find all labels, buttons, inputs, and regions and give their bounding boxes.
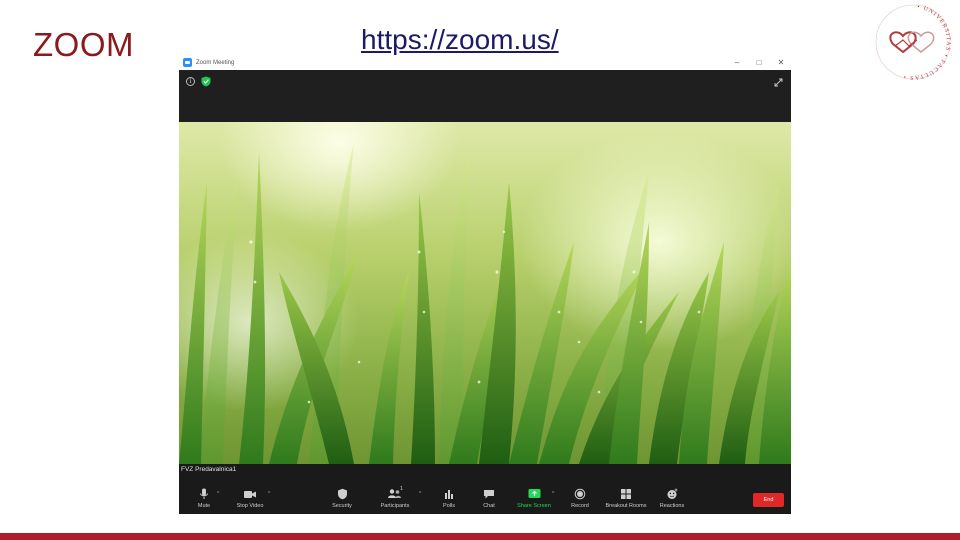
zoom-app-icon [183, 58, 192, 67]
slide-title: ZOOM [33, 26, 134, 63]
video-feed [179, 122, 791, 464]
security-label: Security [332, 503, 352, 509]
record-label: Record [571, 503, 589, 509]
mute-options-caret[interactable]: ^ [217, 491, 219, 497]
minimize-button[interactable]: – [733, 55, 741, 70]
info-icon[interactable]: i [186, 77, 195, 86]
fullscreen-icon[interactable] [774, 78, 783, 87]
chat-button[interactable]: Chat [467, 488, 511, 509]
share-screen-label: Share Screen [517, 503, 551, 509]
footer-accent-bar [0, 533, 960, 540]
end-meeting-button[interactable]: End [753, 493, 784, 507]
participants-options-caret[interactable]: ^ [419, 491, 421, 497]
reactions-button[interactable]: Reactions [650, 488, 694, 509]
record-button[interactable]: Record [558, 488, 602, 509]
record-icon [574, 488, 586, 500]
participants-count: 1 [400, 486, 404, 492]
microphone-icon [200, 488, 208, 499]
shield-check-icon[interactable] [201, 76, 211, 87]
video-options-caret[interactable]: ^ [268, 491, 270, 497]
chat-label: Chat [483, 503, 495, 509]
share-screen-icon [528, 489, 540, 498]
window-controls: – □ ✕ [733, 55, 785, 70]
polls-icon [445, 490, 453, 499]
polls-label: Polls [443, 503, 455, 509]
stop-video-button[interactable]: Stop Video [228, 488, 272, 509]
video-camera-icon [244, 491, 256, 498]
reactions-icon [667, 488, 678, 499]
zoom-meeting-window: Zoom Meeting – □ ✕ i FVZ Predavalnica1 M… [179, 55, 791, 514]
meeting-toolbar: FVZ Predavalnica1 Mute ^ Stop Video ^ Se… [179, 464, 791, 514]
share-options-caret[interactable]: ^ [552, 491, 554, 497]
breakout-rooms-icon [621, 489, 631, 499]
reactions-label: Reactions [659, 503, 685, 509]
breakout-rooms-label: Breakout Rooms [605, 503, 647, 509]
participant-name: FVZ Predavalnica1 [181, 466, 237, 473]
maximize-button[interactable]: □ [755, 55, 763, 70]
security-shield-icon [337, 488, 347, 500]
zoom-link[interactable]: https://zoom.us/ [361, 24, 559, 56]
chat-icon [484, 490, 494, 499]
window-title: Zoom Meeting [196, 59, 235, 66]
mute-button[interactable]: Mute [182, 488, 226, 509]
participants-label: Participants [380, 503, 410, 509]
mute-label: Mute [197, 503, 211, 509]
polls-button[interactable]: Polls [427, 488, 471, 509]
meeting-top-strip: i [179, 70, 791, 122]
faculty-seal-logo: • UNIVERSITAS • FACULTAS • [875, 4, 951, 80]
participants-button[interactable]: Participants [373, 488, 417, 509]
grass-background-image [179, 142, 791, 464]
close-button[interactable]: ✕ [777, 55, 785, 70]
share-screen-button[interactable]: Share Screen [512, 488, 556, 509]
window-titlebar: Zoom Meeting – □ ✕ [179, 55, 791, 70]
stop-video-label: Stop Video [236, 503, 264, 509]
breakout-rooms-button[interactable]: Breakout Rooms [603, 488, 649, 509]
security-button[interactable]: Security [320, 488, 364, 509]
